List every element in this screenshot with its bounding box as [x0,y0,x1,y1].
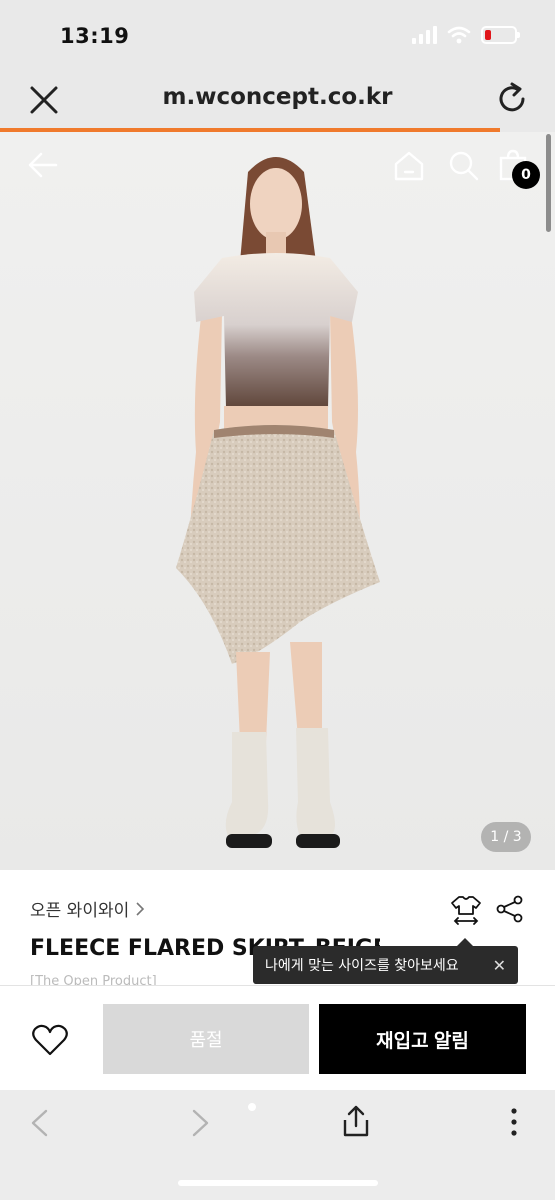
status-bar: 13:19 [0,0,555,70]
restock-alert-button[interactable]: 재입고 알림 [319,1004,526,1074]
browser-url-bar: m.wconcept.co.kr [0,70,555,130]
tooltip-text: 나에게 맞는 사이즈를 찾아보세요 [265,958,459,974]
image-counter: 1 / 3 [481,822,531,852]
battery-icon [481,26,520,44]
page-indicator-dot [248,1103,256,1111]
share-icon[interactable] [496,895,524,923]
brand-link[interactable]: 오픈 와이와이 [30,896,145,921]
purchase-action-bar: 품절 재입고 알림 [0,985,555,1090]
home-indicator[interactable] [178,1180,378,1186]
arrow-left-icon[interactable] [26,150,60,180]
size-guide-icon[interactable] [450,894,482,926]
home-icon[interactable] [392,150,426,182]
browser-share-icon[interactable] [340,1104,372,1138]
wifi-icon [447,26,471,44]
model-photo [176,157,380,848]
sold-out-button[interactable]: 품절 [103,1004,309,1074]
browser-toolbar [0,1090,555,1200]
tooltip-close-icon[interactable]: ✕ [493,956,506,975]
browser-forward-icon[interactable] [190,1108,212,1138]
page-scrollbar[interactable] [546,134,551,232]
chevron-right-icon [136,901,145,916]
url-text[interactable]: m.wconcept.co.kr [0,84,555,110]
search-icon[interactable] [447,149,479,181]
size-recommend-tooltip[interactable]: 나에게 맞는 사이즈를 찾아보세요 ✕ [253,938,518,984]
status-icons [412,26,520,44]
more-vertical-icon[interactable] [504,1106,524,1138]
browser-back-icon[interactable] [28,1108,50,1138]
status-time: 13:19 [60,24,130,48]
signal-icon [412,26,437,44]
product-header: 0 [0,132,555,202]
reload-icon[interactable] [495,81,529,117]
heart-icon[interactable] [30,1022,70,1058]
brand-name: 오픈 와이와이 [30,901,130,921]
product-image[interactable]: 0 1 / 3 [0,132,555,870]
cart-count-badge: 0 [512,161,540,189]
